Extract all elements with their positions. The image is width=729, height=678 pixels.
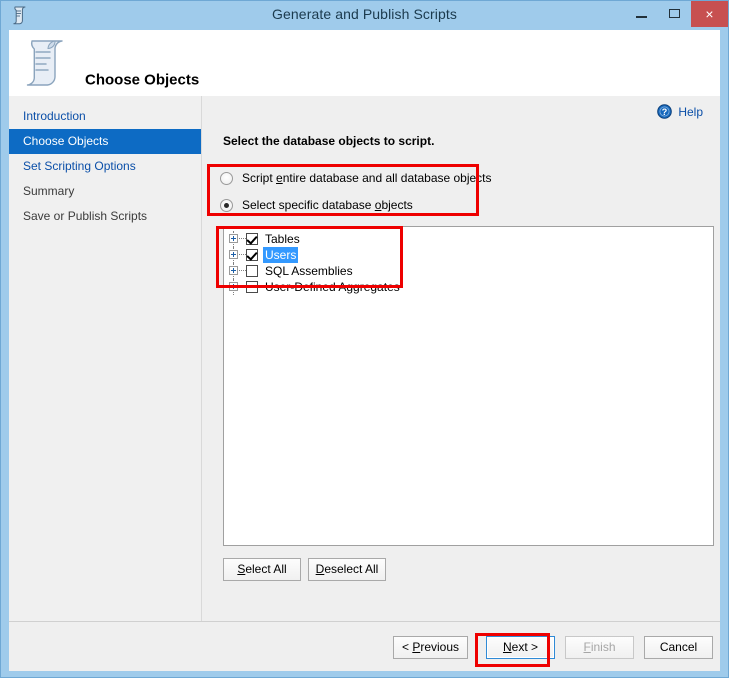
next-button[interactable]: Next > [486, 636, 555, 659]
tree-checkbox[interactable] [246, 249, 258, 261]
wizard-sidebar: Introduction Choose Objects Set Scriptin… [9, 96, 201, 671]
dialog-window: Generate and Publish Scripts × Choose Ob… [0, 0, 729, 678]
title-bar: Generate and Publish Scripts × [1, 1, 728, 30]
dialog-body: Introduction Choose Objects Set Scriptin… [9, 96, 720, 671]
minimize-icon [636, 16, 647, 18]
expand-plus-icon[interactable] [229, 234, 238, 243]
sidebar-item-label: Save or Publish Scripts [23, 209, 148, 223]
maximize-button[interactable] [658, 1, 691, 27]
expand-plus-icon[interactable] [229, 266, 238, 275]
table-row[interactable]: Users [224, 247, 713, 263]
sidebar-item-save-or-publish-scripts[interactable]: Save or Publish Scripts [9, 204, 201, 229]
radio-indicator[interactable] [220, 172, 233, 185]
sidebar-item-label: Summary [23, 184, 75, 198]
help-question-icon[interactable]: ? [657, 104, 672, 119]
finish-button: Finish [565, 636, 634, 659]
window-bottom-edge [9, 671, 720, 672]
svg-text:?: ? [662, 107, 668, 117]
object-tree-panel[interactable]: Tables Users SQL Assemblies User-Defined… [223, 226, 714, 546]
sidebar-item-summary[interactable]: Summary [9, 179, 201, 204]
sidebar-item-introduction[interactable]: Introduction [9, 104, 201, 129]
close-button[interactable]: × [691, 1, 728, 27]
help-link[interactable]: Help [678, 105, 703, 119]
page-title: Choose Objects [85, 71, 200, 89]
deselect-all-button[interactable]: Deselect All [308, 558, 386, 581]
radio-select-specific-objects[interactable]: Select specific database objects [220, 198, 413, 212]
tree-item-label: User-Defined Aggregates [265, 280, 400, 294]
sidebar-item-set-scripting-options[interactable]: Set Scripting Options [9, 154, 201, 179]
sidebar-item-label: Set Scripting Options [23, 159, 136, 173]
radio-label: Select specific database objects [242, 198, 413, 212]
cancel-button[interactable]: Cancel [644, 636, 713, 659]
radio-indicator[interactable] [220, 199, 233, 212]
dialog-footer: < Previous Next > Finish Cancel [9, 622, 720, 671]
tree-checkbox[interactable] [246, 233, 258, 245]
sidebar-item-choose-objects[interactable]: Choose Objects [9, 129, 201, 154]
maximize-icon [669, 9, 680, 18]
table-row[interactable]: Tables [224, 231, 713, 247]
tree-connector-dash [239, 254, 246, 256]
tree-connector-dash [239, 286, 246, 288]
sidebar-item-label: Introduction [23, 109, 86, 123]
radio-label: Script entire database and all database … [242, 171, 492, 185]
tree-connector-dash [239, 270, 246, 272]
tree-item-label: Tables [265, 232, 300, 246]
script-scroll-large-icon [19, 37, 73, 89]
main-pane: ? Help Select the database objects to sc… [202, 96, 720, 671]
instruction-text: Select the database objects to script. [223, 134, 435, 148]
minimize-button[interactable] [625, 1, 658, 27]
table-row[interactable]: SQL Assemblies [224, 263, 713, 279]
table-row[interactable]: User-Defined Aggregates [224, 279, 713, 295]
tree-item-label: Users [263, 247, 299, 263]
dialog-header: Choose Objects [9, 30, 720, 96]
close-icon: × [705, 6, 714, 22]
tree-item-label: SQL Assemblies [265, 264, 353, 278]
tree-checkbox[interactable] [246, 265, 258, 277]
window-title: Generate and Publish Scripts [272, 6, 457, 22]
tree-checkbox[interactable] [246, 281, 258, 293]
select-all-button[interactable]: Select All [223, 558, 301, 581]
tree-connector-dash [239, 238, 246, 240]
previous-button[interactable]: < Previous [393, 636, 468, 659]
sidebar-item-label: Choose Objects [23, 134, 109, 148]
expand-plus-icon[interactable] [229, 282, 238, 291]
expand-plus-icon[interactable] [229, 250, 238, 259]
radio-script-entire-database[interactable]: Script entire database and all database … [220, 171, 492, 185]
